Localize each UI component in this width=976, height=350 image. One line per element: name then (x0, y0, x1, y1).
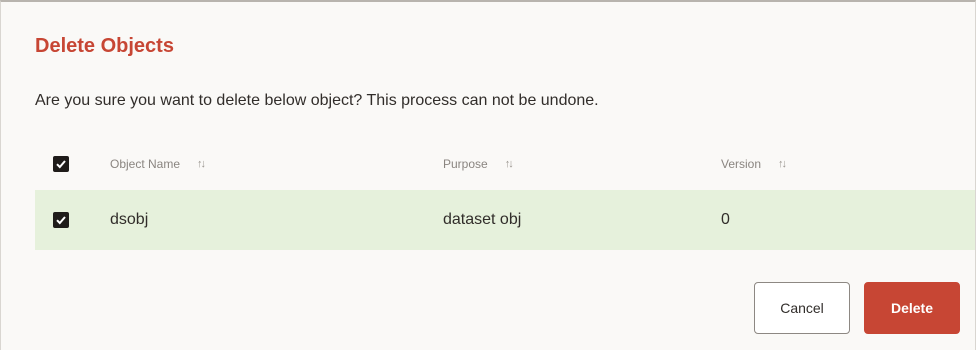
dialog-title: Delete Objects (35, 35, 174, 57)
version-value: 0 (721, 211, 730, 228)
table-header-row: Object Name ↑↓ Purpose ↑↓ Version ↑↓ (35, 138, 975, 190)
sort-icon[interactable]: ↑↓ (197, 158, 206, 170)
cell-purpose: dataset obj (443, 190, 521, 250)
delete-button[interactable]: Delete (864, 282, 960, 334)
checkbox-checked-icon (53, 212, 69, 228)
column-header-label: Purpose (443, 157, 488, 171)
objects-table: Object Name ↑↓ Purpose ↑↓ Version ↑↓ dso… (35, 138, 975, 250)
column-header-label: Version (721, 157, 762, 171)
table-row[interactable]: dsobj dataset obj 0 (35, 190, 975, 250)
purpose-value: dataset obj (443, 211, 522, 228)
select-all-checkbox[interactable] (53, 138, 73, 190)
row-checkbox[interactable] (53, 190, 73, 250)
dialog-message: Are you sure you want to delete below ob… (35, 92, 599, 109)
delete-objects-dialog: Delete Objects Are you sure you want to … (0, 0, 976, 350)
object-name-value: dsobj (110, 211, 149, 228)
sort-icon[interactable]: ↑↓ (778, 158, 787, 170)
sort-icon[interactable]: ↑↓ (505, 158, 514, 170)
column-header-version[interactable]: Version ↑↓ (721, 138, 787, 190)
column-header-purpose[interactable]: Purpose ↑↓ (443, 138, 514, 190)
column-header-label: Object Name (110, 157, 181, 171)
cell-object-name: dsobj (110, 190, 148, 250)
cell-version: 0 (721, 190, 730, 250)
column-header-object-name[interactable]: Object Name ↑↓ (110, 138, 206, 190)
cancel-button[interactable]: Cancel (754, 282, 850, 334)
checkbox-checked-icon (53, 156, 69, 172)
